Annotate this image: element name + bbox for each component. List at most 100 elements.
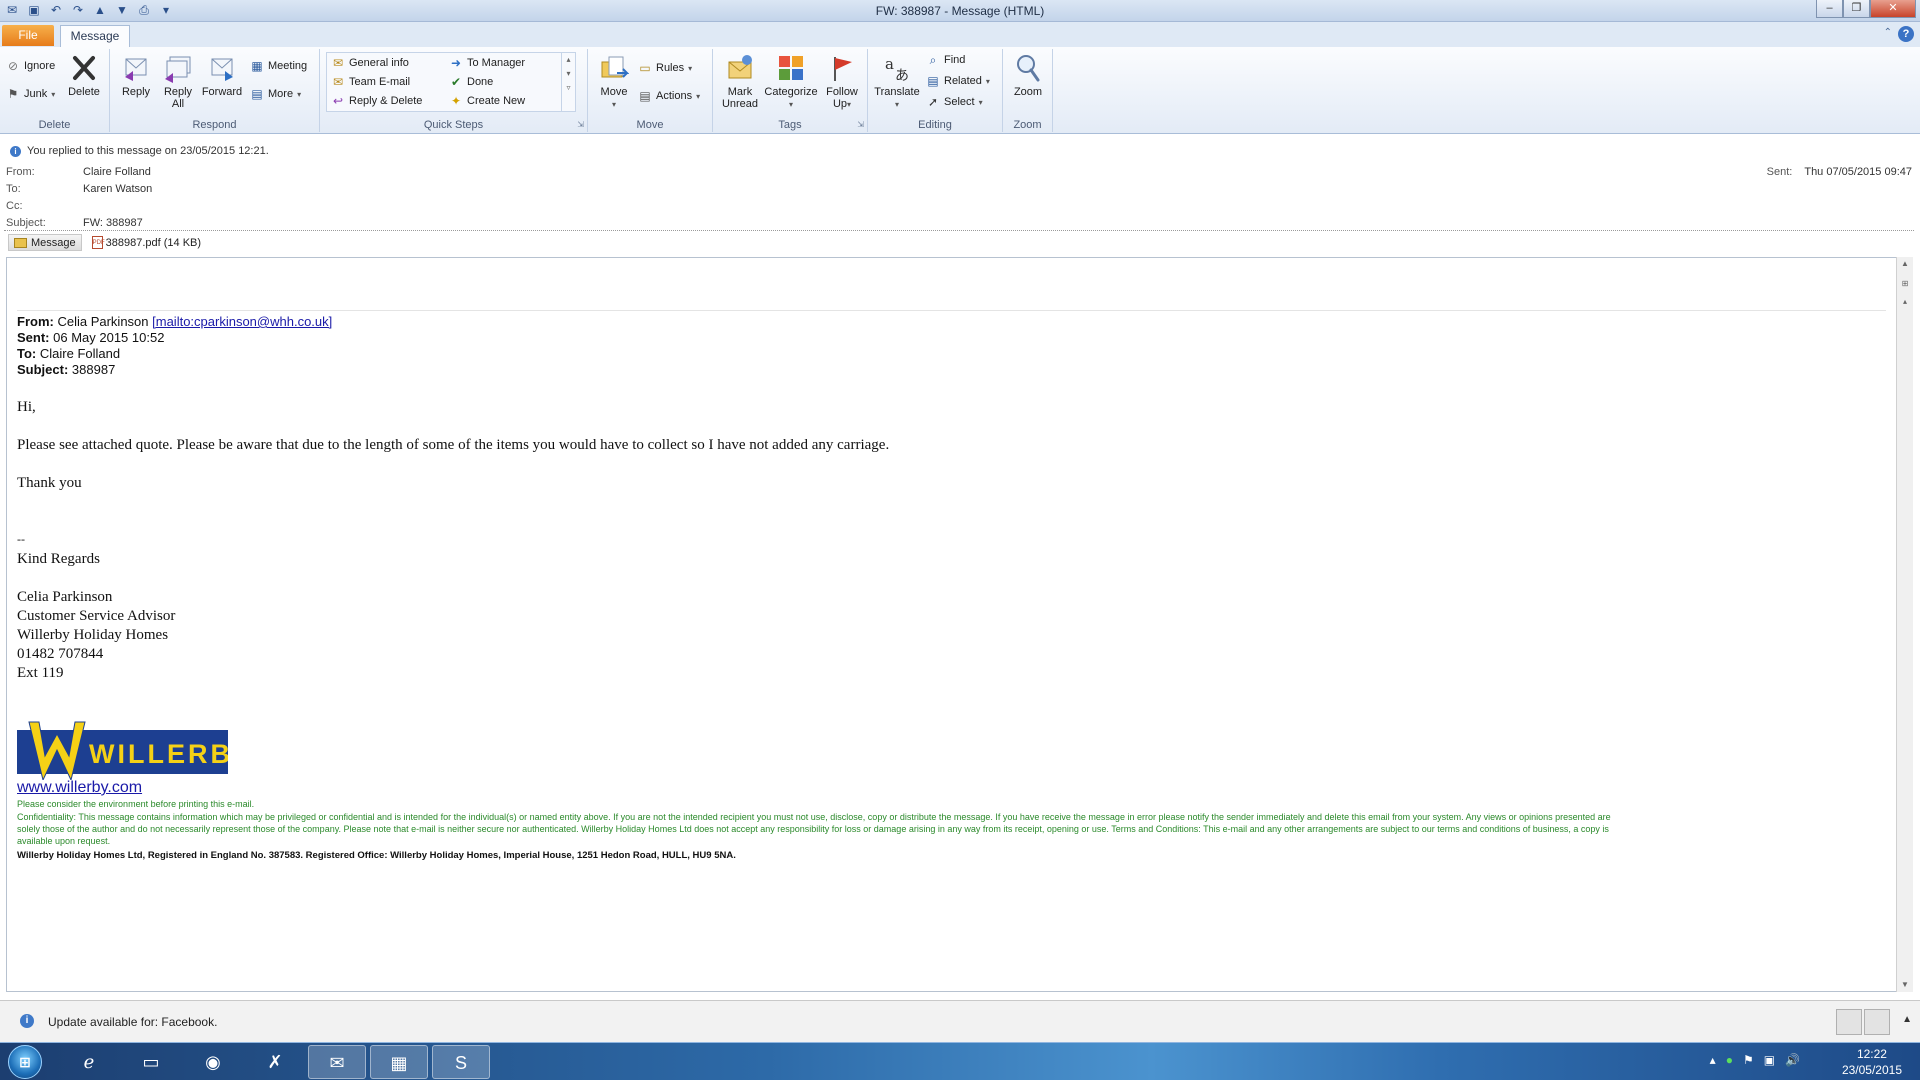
header-divider: [4, 230, 1914, 231]
maximize-button[interactable]: ❐: [1843, 0, 1870, 18]
website-link[interactable]: www.willerby.com: [17, 779, 142, 797]
select-button[interactable]: ➚ Select ▾: [926, 95, 983, 109]
internet-explorer-icon[interactable]: ℯ: [60, 1045, 118, 1079]
respond-group-label: Respond: [192, 119, 237, 131]
window-title: FW: 388987 - Message (HTML): [875, 4, 1045, 18]
attachment-bar: Message PDF 388987.pdf (14 KB): [8, 234, 201, 251]
move-group: Move ▾ ▭ Rules ▾ ▤ Actions ▾ Move: [588, 49, 713, 132]
junk-button[interactable]: ⚑ Junk ▾: [6, 87, 56, 101]
from-value[interactable]: Claire Folland: [83, 166, 151, 178]
app-x-icon[interactable]: ✗: [246, 1045, 304, 1079]
svg-text:a: a: [885, 55, 894, 73]
calculator-icon[interactable]: ▦: [370, 1045, 428, 1079]
to-value[interactable]: Karen Watson: [83, 183, 152, 195]
reading-pane[interactable]: From: Celia Parkinson [mailto:cparkinson…: [6, 257, 1896, 992]
forward-button[interactable]: Forward: [200, 53, 244, 98]
follow-up-button[interactable]: Follow Up▾: [821, 53, 863, 111]
file-explorer-icon[interactable]: ▭: [122, 1045, 180, 1079]
respond-group: Reply Reply All Forward ▦ Meeting ▤ More…: [110, 49, 320, 132]
more-icon: ▤: [251, 87, 263, 101]
move-folder-icon: [601, 56, 629, 78]
info-bar: i You replied to this message on 23/05/2…: [10, 145, 269, 157]
subject-value: FW: 388987: [83, 217, 143, 229]
rules-icon: ▭: [639, 61, 651, 75]
vertical-scrollbar[interactable]: ▲ ⊞ ▴ ▼: [1896, 257, 1913, 992]
close-button[interactable]: ✕: [1870, 0, 1916, 18]
sent-row: Sent: Thu 07/05/2015 09:47: [1766, 166, 1912, 178]
minimize-button[interactable]: –: [1816, 0, 1843, 18]
quick-step-create-new[interactable]: ✦ Create New: [449, 94, 525, 108]
svg-text:あ: あ: [895, 68, 909, 83]
scroll-up-small-icon[interactable]: ▴: [1897, 295, 1913, 309]
tab-message[interactable]: Message: [60, 25, 130, 47]
quick-steps-scroll[interactable]: ▴ ▾ ▿: [561, 53, 575, 111]
network-icon[interactable]: ▣: [1764, 1053, 1775, 1067]
quick-step-done[interactable]: ✔ Done: [449, 75, 493, 89]
categorize-icon: [779, 56, 803, 80]
expand-people-pane-icon[interactable]: ▲: [1902, 1014, 1912, 1025]
delete-button[interactable]: Delete: [64, 53, 104, 98]
meeting-button[interactable]: ▦ Meeting: [250, 59, 307, 73]
info-icon: i: [10, 145, 21, 157]
from-row: From: Claire Folland: [6, 166, 151, 178]
cursor-icon: ➚: [927, 95, 939, 109]
attachment-pdf[interactable]: PDF 388987.pdf (14 KB): [91, 236, 201, 249]
scroll-options-icon[interactable]: ⊞: [1897, 277, 1913, 291]
move-group-label: Move: [636, 119, 664, 131]
forward-icon: [211, 58, 233, 81]
reply-all-button[interactable]: Reply All: [158, 53, 198, 110]
message-paragraph: Please see attached quote. Please be awa…: [17, 437, 890, 453]
outlook-icon[interactable]: ✉: [308, 1045, 366, 1079]
registered-office: Willerby Holiday Homes Ltd, Registered i…: [17, 850, 736, 861]
editing-group: aあ Translate ▾ ⌕ Find ▤ Related ▾ ➚ Select…: [868, 49, 1003, 132]
magnifier-icon: [1017, 55, 1040, 82]
action-center-flag-icon[interactable]: ⚑: [1743, 1053, 1754, 1067]
move-button[interactable]: Move ▾: [596, 53, 632, 111]
translate-button[interactable]: aあ Translate ▾: [872, 53, 922, 111]
delete-icon: [73, 56, 95, 80]
people-pane-bar: i Update available for: Facebook. ▲: [0, 1000, 1920, 1042]
message-view-button[interactable]: Message: [8, 234, 82, 251]
start-button[interactable]: ⊞: [8, 1045, 42, 1079]
ignore-icon: ⊘: [7, 59, 19, 73]
show-hidden-icons-icon[interactable]: ▴: [1710, 1053, 1716, 1067]
quick-step-general-info[interactable]: ✉ General info: [331, 56, 409, 70]
tab-file[interactable]: File: [2, 25, 54, 46]
ignore-button[interactable]: ⊘ Ignore: [6, 59, 55, 73]
related-button[interactable]: ▤ Related ▾: [926, 74, 990, 88]
quick-step-reply-delete[interactable]: ↩ Reply & Delete: [331, 94, 422, 108]
help-icon[interactable]: ?: [1898, 26, 1914, 42]
mark-unread-button[interactable]: Mark Unread: [719, 53, 761, 110]
quick-step-team-email[interactable]: ✉ Team E-mail: [331, 75, 410, 89]
categorize-button[interactable]: Categorize ▾: [763, 53, 819, 111]
reply-button[interactable]: Reply: [116, 53, 156, 98]
minimize-ribbon-icon[interactable]: ⌃: [1884, 27, 1892, 38]
scroll-down-icon[interactable]: ▼: [1897, 978, 1913, 992]
zoom-button[interactable]: Zoom: [1008, 53, 1048, 98]
quick-step-to-manager[interactable]: ➜ To Manager: [449, 56, 525, 70]
more-respond-button[interactable]: ▤ More ▾: [250, 87, 301, 101]
actions-button[interactable]: ▤ Actions ▾: [638, 89, 700, 103]
mailto-link[interactable]: [mailto:cparkinson@whh.co.uk]: [152, 314, 332, 329]
reply-icon: [125, 58, 147, 81]
reply-all-icon: [165, 56, 191, 83]
tags-group-label: Tags: [778, 119, 802, 131]
avatar[interactable]: [1864, 1009, 1890, 1035]
sage-icon[interactable]: S: [432, 1045, 490, 1079]
scroll-up-icon[interactable]: ▲: [1897, 257, 1913, 271]
rules-button[interactable]: ▭ Rules ▾: [638, 61, 692, 75]
system-tray: ▴ ● ⚑ ▣ 🔊: [1710, 1053, 1800, 1067]
clock[interactable]: 12:22 23/05/2015: [1842, 1046, 1902, 1078]
find-button[interactable]: ⌕ Find: [926, 53, 966, 67]
avatar[interactable]: [1836, 1009, 1862, 1035]
volume-icon[interactable]: 🔊: [1785, 1053, 1800, 1067]
update-notice[interactable]: Update available for: Facebook.: [48, 1015, 217, 1029]
message-header: i You replied to this message on 23/05/2…: [0, 135, 1920, 255]
chrome-icon[interactable]: ◉: [184, 1045, 242, 1079]
regards: Kind Regards: [17, 551, 100, 567]
title-bar: ✉ ▣ ↶ ↷ ▲ ▼ ⎙ ▾ FW: 388987 - Message (HT…: [0, 0, 1920, 22]
willerby-logo: WILLERBY: [17, 721, 228, 780]
status-green-icon[interactable]: ●: [1726, 1053, 1733, 1067]
taskbar: ⊞ ℯ ▭ ◉ ✗ ✉ ▦ S ▴ ● ⚑ ▣ 🔊 12:22 23/05/20…: [0, 1042, 1920, 1080]
follow-up-flag-icon: [834, 57, 852, 81]
